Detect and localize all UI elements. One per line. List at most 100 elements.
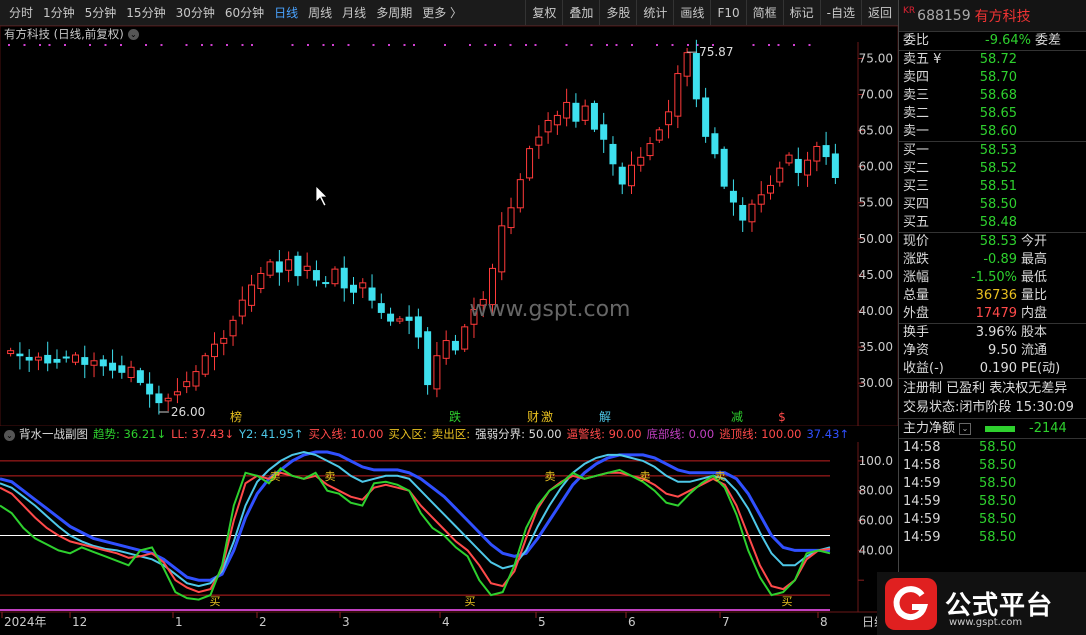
signal-dot	[39, 44, 41, 46]
stat-label: 现价	[903, 234, 930, 249]
signal-dot	[606, 44, 608, 46]
candle	[303, 252, 311, 279]
y-tick-label: 100.0	[859, 454, 893, 468]
stat-value: 36736	[975, 288, 1017, 303]
stat-row: 涨跌 -0.89 最高	[899, 251, 1086, 269]
stat-label: 收益(-)	[903, 361, 944, 376]
signal-dot	[656, 44, 658, 46]
candle	[359, 278, 367, 298]
stat-value: 58.53	[979, 234, 1017, 249]
candle	[674, 65, 682, 129]
candle	[173, 378, 181, 404]
sell-marker: 卖	[270, 470, 281, 483]
signal-dot	[671, 44, 674, 46]
candle	[748, 199, 756, 232]
settings-icon[interactable]: ⌄	[4, 430, 15, 441]
weibi-label: 委比	[903, 33, 930, 48]
y-tick-label: 70.00	[859, 88, 893, 102]
y-tick-label: 45.00	[859, 268, 893, 282]
candle	[16, 342, 24, 370]
signal-label: 榜	[230, 409, 242, 424]
bid-label: 买二	[903, 161, 930, 176]
buy-marker: 买	[782, 595, 793, 608]
legend-item: LL: 37.43↓	[171, 427, 234, 441]
y-tick-label: 40.00	[859, 304, 893, 318]
candle	[53, 349, 61, 369]
stat-label-2: 流通	[1021, 343, 1048, 358]
legend-item: Y2: 41.95↑	[239, 427, 304, 441]
stat-label: 涨幅	[903, 270, 930, 285]
stat-label: 换手	[903, 325, 930, 340]
signal-dot	[494, 44, 496, 46]
candle	[609, 136, 617, 176]
signal-dot	[291, 44, 294, 46]
fundamental-stats: 换手 3.96% 股本 净资 9.50 流通 收益(-) 0.190 PE(动)	[899, 323, 1086, 378]
signal-dot	[307, 44, 309, 46]
g-logo-icon	[885, 577, 937, 630]
candle	[34, 352, 42, 371]
weibi-value: -9.64%	[985, 33, 1031, 48]
bid-row[interactable]: 买二 58.52	[899, 160, 1086, 178]
candle	[275, 250, 283, 286]
tick-time: 14:59	[903, 476, 941, 491]
signal-dot	[64, 44, 66, 46]
stat-label-2: 最高	[1021, 252, 1048, 267]
signal-label: 解	[599, 410, 611, 424]
stat-value: 9.50	[988, 343, 1017, 358]
ask-row[interactable]: 卖五 ¥ 58.72	[899, 51, 1086, 69]
ask-row[interactable]: 卖二 58.65	[899, 105, 1086, 123]
candle	[702, 87, 710, 143]
ask-row[interactable]: 卖三 58.68	[899, 87, 1086, 105]
signal-dot	[687, 44, 689, 46]
bid-label: 买一	[903, 143, 930, 158]
ask-row[interactable]: 卖一 58.60	[899, 123, 1086, 141]
candle	[99, 355, 107, 376]
candle	[109, 349, 117, 379]
candlestick-chart[interactable]: 30.00 35.00 40.00 45.00 50.00 55.00 60.00 65.00…	[0, 0, 898, 426]
bid-row[interactable]: 买三 58.51	[899, 178, 1086, 196]
date-label: 6	[628, 615, 636, 629]
signal-dot	[8, 44, 10, 46]
indicator-chart[interactable]: 2040.0060.0080.00100.0买买买卖卖卖卖卖2024年12123…	[0, 442, 898, 635]
candle	[655, 126, 663, 143]
bid-row[interactable]: 买四 58.50	[899, 196, 1086, 214]
stat-label-2: 今开	[1021, 234, 1048, 249]
trade-status-label: 交易状态:	[903, 400, 960, 415]
y-tick-label: 65.00	[859, 124, 893, 138]
ask-row[interactable]: 卖四 58.70	[899, 69, 1086, 87]
y-tick-label: 50.00	[859, 232, 893, 246]
signal-dot	[322, 44, 325, 46]
tick-time: 14:59	[903, 512, 941, 527]
signal-dot	[120, 44, 122, 46]
chevron-down-icon[interactable]: ⌄	[959, 423, 972, 435]
candle	[81, 345, 89, 379]
bid-price: 58.51	[979, 179, 1017, 194]
bid-row[interactable]: 买一 58.53	[899, 142, 1086, 160]
signal-dot	[388, 44, 390, 46]
brand-logo: 公式平台 www.gspt.com	[877, 572, 1086, 635]
signal-label: 激	[541, 410, 553, 424]
signal-dot	[403, 44, 406, 46]
candle	[331, 266, 339, 287]
candle	[600, 112, 608, 153]
candle	[340, 256, 348, 302]
tick-price: 58.50	[979, 458, 1017, 473]
stat-value: 17479	[975, 306, 1017, 321]
signal-label: 跌	[449, 409, 461, 424]
stock-header: KR 688159 有方科技	[899, 0, 1086, 32]
legend-item: 逼警线: 90.00	[566, 427, 642, 441]
series-line	[0, 471, 831, 594]
candle	[553, 110, 561, 135]
candle	[776, 161, 784, 187]
candle	[44, 341, 52, 372]
candle	[646, 137, 654, 161]
ask-price: 58.72	[979, 52, 1017, 67]
bid-row[interactable]: 买五 58.48	[899, 214, 1086, 232]
main-flow: 主力净额 ⌄ -2144	[899, 418, 1086, 438]
bid-price: 58.48	[979, 215, 1017, 230]
candle	[424, 327, 432, 395]
candle	[767, 175, 774, 200]
ask-label: 卖四	[903, 70, 930, 85]
y-tick-label: 60.00	[859, 160, 893, 174]
date-label: 1	[175, 615, 183, 629]
